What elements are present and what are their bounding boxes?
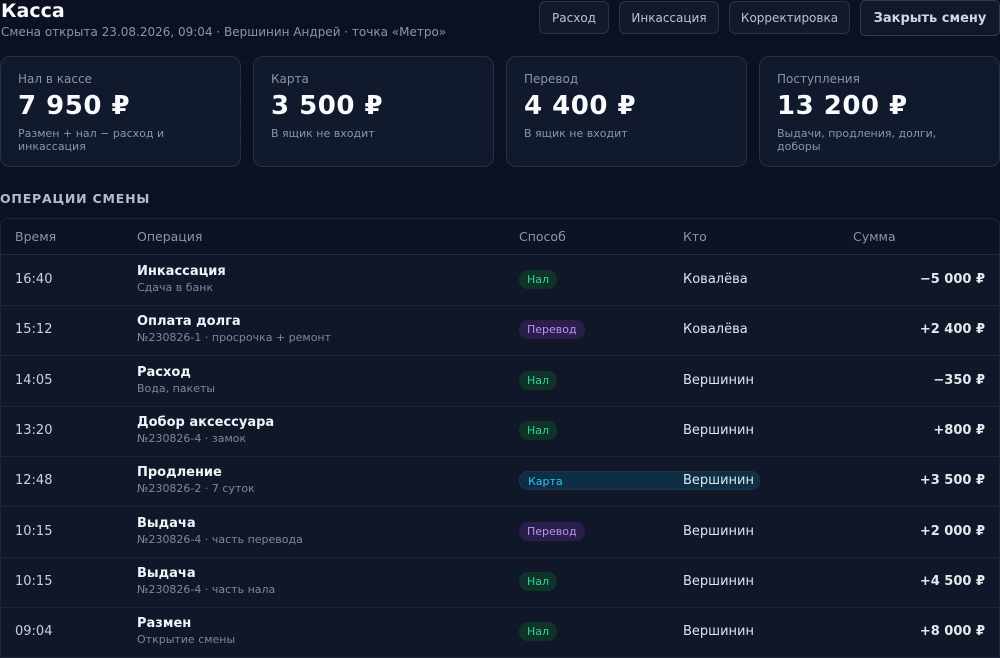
method-badge: Нал [519,420,558,440]
method-badge: Перевод [519,521,585,541]
card-label: Карта [271,72,309,86]
card-label: Перевод [524,72,579,86]
adjustment-button[interactable]: Корректировка [729,1,850,34]
card-income: Поступления 13 200 ₽ Выдачи, продления, … [759,56,1000,167]
row-operation: Инкассация Сдача в банк [137,264,226,296]
table-row[interactable]: 09:04 Размен Открытие смены Нал Вершинин +8 0… [1,608,999,657]
card-note: В ящик не входит [524,127,628,140]
operation-details: №230826-4 · замок [137,431,247,445]
operation-title: Расход [137,364,191,380]
method-badge: Перевод [519,320,585,340]
operation-details: №230826-1 · просрочка + ремонт [137,331,332,345]
row-amount: +2 400 ₽ [919,322,985,338]
row-who: Вершинин [683,372,754,388]
row-operation: Размен Открытие смены [137,616,235,648]
card-note: Выдачи, продления, долги, доборы [777,127,937,153]
operation-details: №230826-4 · часть перевода [137,532,303,546]
row-who: Вершинин [683,573,754,589]
card-value: 4 400 ₽ [524,91,637,121]
table-row[interactable]: 15:12 Оплата долга №230826-1 · просрочка +… [1,306,999,357]
card-note: Размен + нал − расход и инкассация [18,127,165,153]
row-amount: +800 ₽ [933,422,985,438]
operation-details: Открытие смены [137,633,236,647]
collection-button[interactable]: Инкассация [619,1,719,34]
row-amount: +4 500 ₽ [919,573,985,589]
row-who: Вершинин [683,422,754,438]
card-value: 7 950 ₽ [18,91,131,121]
card-cash: Нал в кассе 7 950 ₽ Размен + нал − расхо… [0,56,241,167]
row-time: 10:15 [15,523,53,539]
table-row[interactable]: 13:20 Добор аксессуара №230826-4 · замок На… [1,407,999,457]
operation-details: №230826-4 · часть нала [137,582,276,596]
column-time: Время [15,229,57,244]
summary-cards: Нал в кассе 7 950 ₽ Размен + нал − расхо… [0,56,1000,168]
operation-title: Инкассация [137,264,226,279]
row-time: 14:05 [15,372,53,388]
column-amount: Сумма [853,229,896,244]
row-time: 10:15 [15,573,53,589]
operation-title: Выдача [137,515,196,531]
method-badge: Нал [519,622,558,642]
method-badge: Нал [519,270,558,289]
card-card: Карта 3 500 ₽ В ящик не входит [253,56,494,167]
operation-title: Продление [137,465,222,481]
operation-title: Оплата долга [137,314,241,330]
operation-details: Сдача в банк [137,281,214,294]
card-note: В ящик не входит [271,127,375,140]
row-time: 09:04 [15,624,53,640]
card-transfer: Перевод 4 400 ₽ В ящик не входит [506,56,747,167]
operations-table: Время Операция Способ Кто Сумма 16:40 Инк… [0,218,1000,658]
column-operation: Операция [137,229,203,244]
row-amount: −350 ₽ [933,372,985,388]
operation-title: Размен [137,616,192,632]
shift-info: Смена открыта 23.08.2026, 09:04 · Вершин… [1,25,447,39]
row-amount: +3 500 ₽ [919,473,985,489]
row-who: Ковалёва [683,322,748,338]
row-operation: Выдача №230826-4 · часть перевода [137,516,303,548]
row-time: 13:20 [15,422,53,438]
row-who: Ковалёва [683,272,748,287]
page-title: Касса [1,0,65,22]
card-label: Нал в кассе [18,72,92,86]
row-operation: Выдача №230826-4 · часть нала [137,566,275,598]
table-row[interactable]: 12:48 Продление №230826-2 · 7 суток Карта Ве… [1,457,999,508]
table-row[interactable]: 10:15 Выдача №230826-4 · часть нала Нал Верш… [1,558,999,608]
card-label: Поступления [777,72,860,86]
row-operation: Расход Вода, пакеты [137,365,215,397]
method-badge: Нал [519,370,558,390]
table-row[interactable]: 10:15 Выдача №230826-4 · часть перевода Пер… [1,508,999,558]
row-amount: +8 000 ₽ [919,624,985,640]
table-header: Время Операция Способ Кто Сумма [1,219,999,255]
row-operation: Продление №230826-2 · 7 суток [137,465,255,497]
row-time: 16:40 [15,272,53,287]
header-actions: Расход Инкассация Корректировка Закрыть … [539,0,1000,36]
table-row[interactable]: 16:40 Инкассация Сдача в банк Нал Ковалёва −5… [1,256,999,306]
operations-section-title: ОПЕРАЦИИ СМЕНЫ [0,191,151,206]
row-who: Вершинин [683,473,754,489]
card-value: 3 500 ₽ [271,91,384,121]
expense-button[interactable]: Расход [539,1,609,34]
method-badge: Нал [519,571,558,591]
operation-details: Вода, пакеты [137,381,216,395]
row-amount: +2 000 ₽ [919,523,985,539]
row-who: Вершинин [683,523,754,539]
row-amount: −5 000 ₽ [919,272,985,287]
operation-details: №230826-2 · 7 суток [137,482,255,496]
operation-title: Добор аксессуара [137,414,275,430]
row-operation: Добор аксессуара №230826-4 · замок [137,415,274,447]
close-shift-button[interactable]: Закрыть смену [860,0,1000,36]
page-header: Касса Смена открыта 23.08.2026, 09:04 · … [0,0,1000,40]
card-value: 13 200 ₽ [777,91,908,121]
row-who: Вершинин [683,624,754,640]
row-operation: Оплата долга №230826-1 · просрочка + ремо… [137,314,331,346]
row-time: 15:12 [15,322,53,338]
table-row[interactable]: 14:05 Расход Вода, пакеты Нал Вершинин −350 ₽ [1,357,999,407]
column-method: Способ [519,229,566,244]
operation-title: Выдача [137,565,196,581]
row-time: 12:48 [15,473,53,489]
column-who: Кто [683,229,707,244]
